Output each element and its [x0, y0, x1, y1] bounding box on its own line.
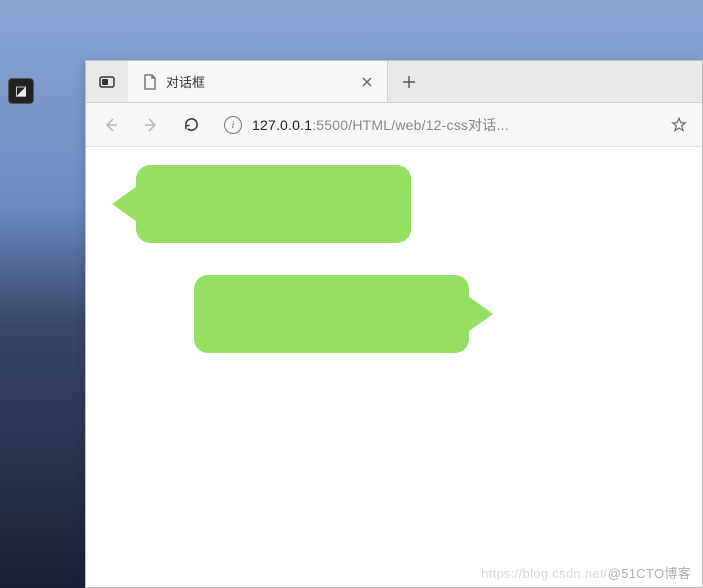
page-viewport — [86, 147, 702, 587]
arrow-right-icon — [142, 116, 160, 134]
url-input[interactable]: i 127.0.0.1:5500/HTML/web/12-css对话... — [214, 109, 658, 141]
reload-icon — [183, 116, 200, 133]
star-icon — [670, 116, 688, 134]
forward-button[interactable] — [134, 108, 168, 142]
browser-tab[interactable]: 对话框 — [128, 61, 388, 102]
watermark: https://blog.csdn.net/@51CTO博客 — [481, 563, 691, 582]
close-icon — [362, 77, 372, 87]
speech-bubble-right — [194, 275, 469, 353]
site-info-icon[interactable]: i — [224, 116, 242, 134]
plus-icon — [402, 75, 416, 89]
browser-window: 对话框 — [85, 60, 703, 588]
back-button[interactable] — [94, 108, 128, 142]
speech-bubble-left — [136, 165, 411, 243]
favorite-button[interactable] — [664, 116, 694, 134]
arrow-left-icon — [102, 116, 120, 134]
tabs-icon — [99, 74, 115, 90]
watermark-text: @51CTO博客 — [608, 566, 691, 581]
tab-title: 对话框 — [166, 72, 349, 91]
window-menu-icon[interactable] — [86, 61, 128, 102]
taskbar-app-glyph: ◪ — [15, 83, 27, 99]
watermark-url: https://blog.csdn.net/ — [481, 566, 608, 581]
url-host: 127.0.0.1 — [252, 117, 312, 133]
new-tab-button[interactable] — [388, 61, 430, 102]
reload-button[interactable] — [174, 108, 208, 142]
tab-close-button[interactable] — [357, 72, 377, 92]
titlebar: 对话框 — [86, 61, 702, 103]
taskbar-app-icon[interactable]: ◪ — [8, 78, 34, 104]
url-port: :5500 — [312, 117, 348, 133]
url-text: 127.0.0.1:5500/HTML/web/12-css对话... — [252, 115, 652, 135]
url-path: /HTML/web/12-css对话... — [348, 117, 509, 133]
page-icon — [142, 74, 158, 90]
address-bar: i 127.0.0.1:5500/HTML/web/12-css对话... — [86, 103, 702, 147]
